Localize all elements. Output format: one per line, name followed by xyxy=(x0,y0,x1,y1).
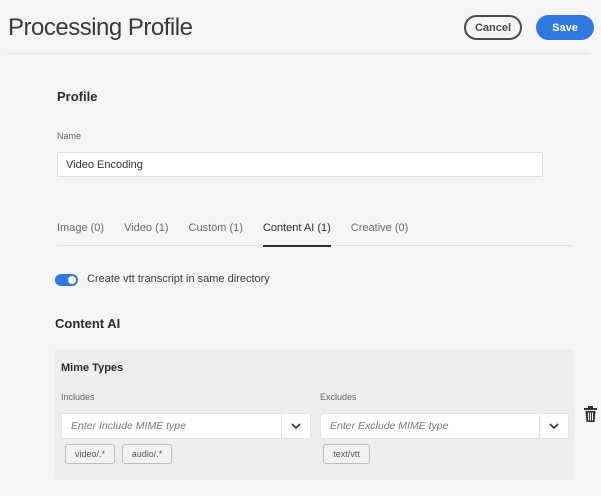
exclude-dropdown-button[interactable] xyxy=(539,414,568,438)
exclude-chip-vtt[interactable]: text/vtt xyxy=(323,444,370,464)
name-input[interactable]: Video Encoding xyxy=(57,152,543,177)
tab-video[interactable]: Video (1) xyxy=(124,210,168,246)
vtt-transcript-toggle[interactable] xyxy=(55,274,78,286)
include-mime-combobox[interactable]: Enter Include MIME type xyxy=(61,413,311,439)
content-ai-heading: Content AI xyxy=(55,316,121,331)
profile-heading: Profile xyxy=(57,89,98,104)
cancel-button[interactable]: Cancel xyxy=(464,15,522,40)
chevron-down-icon xyxy=(549,423,559,429)
mime-types-heading: Mime Types xyxy=(61,362,124,374)
tab-creative[interactable]: Creative (0) xyxy=(351,210,408,246)
name-label: Name xyxy=(57,131,82,141)
exclude-mime-combobox[interactable]: Enter Exclude MIME type xyxy=(320,413,569,439)
page-title: Processing Profile xyxy=(8,14,193,41)
trash-icon[interactable] xyxy=(584,406,597,422)
include-mime-input[interactable]: Enter Include MIME type xyxy=(62,414,281,438)
include-dropdown-button[interactable] xyxy=(281,414,310,438)
save-button[interactable]: Save xyxy=(536,15,594,40)
vtt-transcript-label: Create vtt transcript in same directory xyxy=(87,273,270,285)
tab-bar: Image (0) Video (1) Custom (1) Content A… xyxy=(57,210,573,247)
exclude-mime-input[interactable]: Enter Exclude MIME type xyxy=(321,414,539,438)
tab-image[interactable]: Image (0) xyxy=(57,210,104,246)
include-chip-video[interactable]: video/.* xyxy=(65,444,115,464)
excludes-label: Excludes xyxy=(320,392,357,402)
tab-custom[interactable]: Custom (1) xyxy=(189,210,243,246)
include-chip-audio[interactable]: audio/.* xyxy=(122,444,172,464)
chevron-down-icon xyxy=(291,423,301,429)
tab-content-ai[interactable]: Content AI (1) xyxy=(262,210,331,247)
includes-label: Includes xyxy=(61,392,95,402)
divider xyxy=(7,53,590,54)
